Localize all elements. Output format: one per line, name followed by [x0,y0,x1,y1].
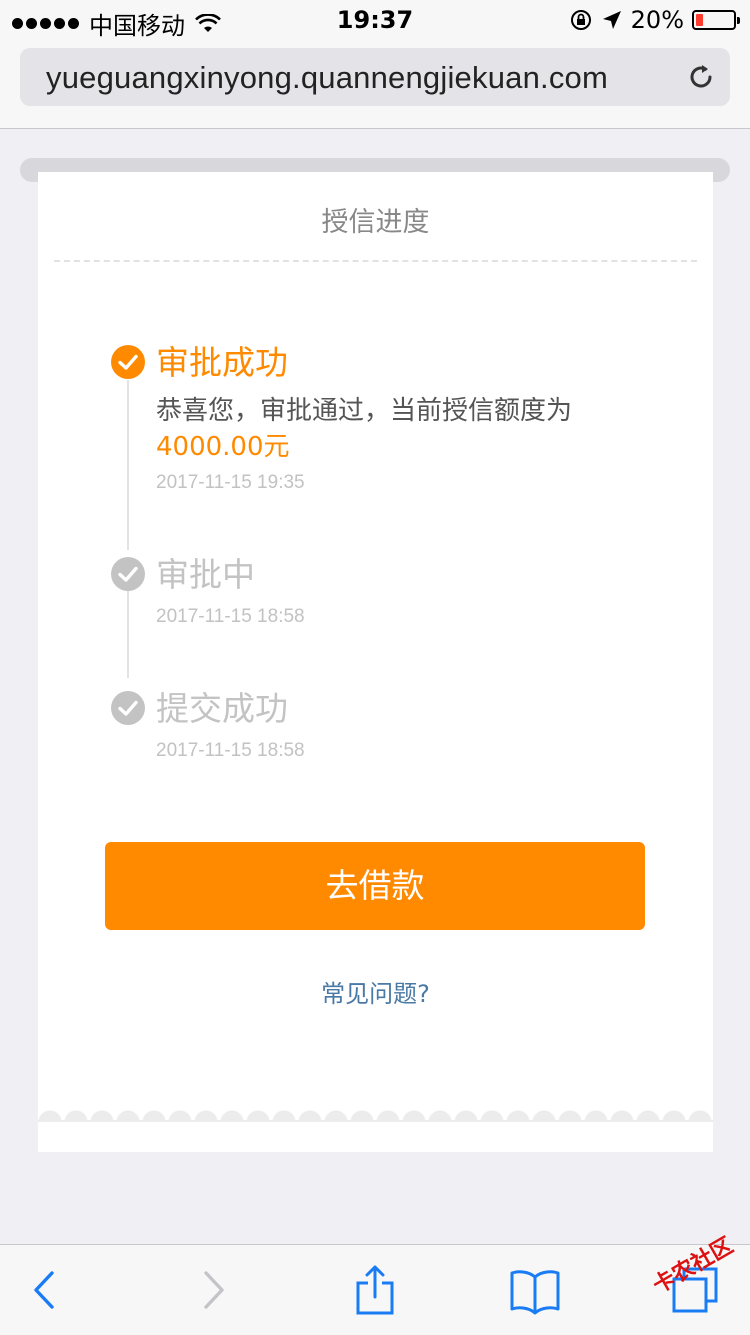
timeline-connector [127,380,129,550]
orientation-lock-icon [570,10,591,30]
reload-icon[interactable] [686,62,716,92]
title-divider [54,260,697,262]
step-status: 审批成功 [156,343,288,382]
step-time: 2017-11-15 19:35 [156,472,305,493]
card-bottom-line [38,1120,713,1122]
step-time: 2017-11-15 18:58 [156,606,305,627]
check-circle-icon [111,557,145,591]
check-circle-icon [111,345,145,379]
step-time: 2017-11-15 18:58 [156,740,305,761]
address-bar[interactable]: yueguangxinyong.quannengjiekuan.com [20,48,730,106]
battery-icon [692,10,740,30]
forward-icon[interactable] [190,1265,240,1315]
credit-amount: 4000.00元 [156,432,290,462]
page-title: 授信进度 [321,207,430,238]
bookmarks-icon[interactable] [510,1265,560,1315]
borrow-button[interactable]: 去借款 [105,842,645,930]
url-text[interactable]: yueguangxinyong.quannengjiekuan.com [46,60,608,96]
share-icon[interactable] [350,1265,400,1315]
credit-progress-card: 授信进度 审批成功 恭喜您，审批通过，当前授信额度为 4000.00元 2017… [38,172,713,1152]
timeline-connector [127,590,129,678]
battery-percent: 20% [630,6,684,34]
status-right: 20% [569,6,740,34]
step-status: 审批中 [156,555,255,594]
back-icon[interactable] [22,1265,72,1315]
battery-fill [696,14,703,26]
step-status: 提交成功 [156,689,288,728]
step-message: 恭喜您，审批通过，当前授信额度为 [156,396,573,426]
check-circle-icon [111,691,145,725]
browser-toolbar [0,1244,750,1335]
location-icon [602,11,621,29]
status-bar: 中国移动 19:37 20% [0,0,750,40]
browser-header: yueguangxinyong.quannengjiekuan.com [0,40,750,129]
faq-link[interactable]: 常见问题? [38,974,713,1009]
